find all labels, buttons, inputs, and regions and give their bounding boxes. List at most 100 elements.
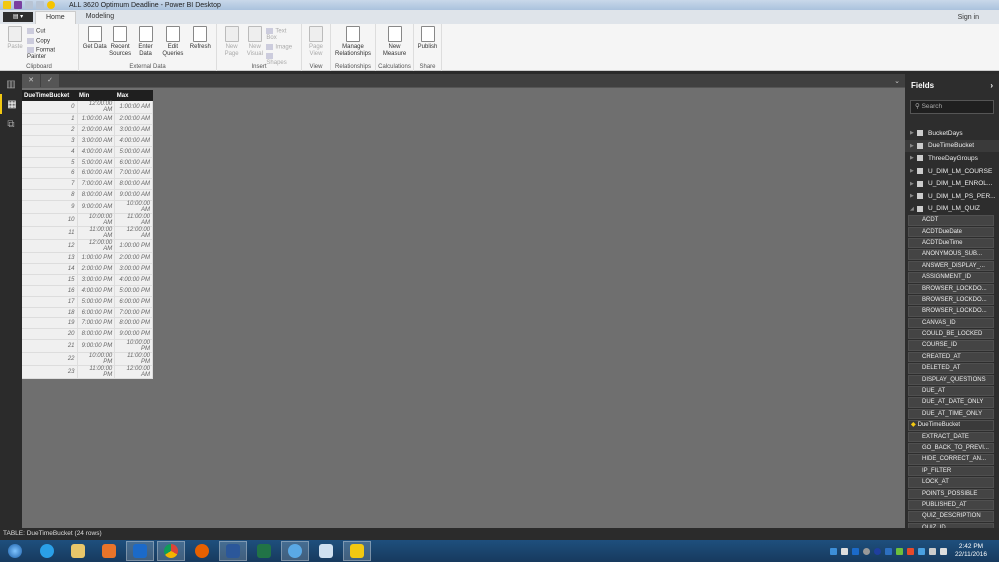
field-item[interactable]: ACDTDueTime [908, 237, 994, 249]
taskbar-firefox[interactable] [188, 541, 216, 561]
image-button[interactable]: Image [266, 44, 295, 50]
table-cell[interactable]: 15 [22, 274, 78, 286]
column-header[interactable]: Max [114, 90, 153, 101]
tray-icon[interactable] [895, 547, 903, 555]
field-table[interactable]: ▶ U_DIM_LM_COURSE [905, 165, 999, 178]
collapsed-arrow-icon[interactable]: ▶ [910, 168, 917, 174]
table-cell[interactable]: 2 [22, 124, 78, 136]
table-cell[interactable]: 5:00:00 AM [77, 157, 116, 169]
field-item[interactable]: POINTS_POSSIBLE [908, 488, 994, 499]
field-item[interactable]: HIDE_CORRECT_AN... [908, 454, 994, 465]
tray-icon[interactable] [829, 547, 837, 555]
field-item[interactable]: BROWSER_LOCKDO... [908, 294, 994, 306]
table-cell[interactable]: 7:00:00 AM [77, 178, 116, 191]
table-cell[interactable]: 4:00:00 AM [77, 146, 116, 158]
table-cell[interactable]: 2:00:00 PM [114, 252, 153, 265]
field-table[interactable]: ▶ DueTimeBucket [905, 139, 999, 153]
chevron-right-icon[interactable]: › [990, 81, 993, 90]
taskbar-media[interactable] [95, 541, 123, 561]
field-item[interactable]: DUE_AT_TIME_ONLY [908, 408, 994, 420]
tray-icon[interactable] [906, 547, 914, 555]
table-cell[interactable]: 9:00:00 AM [114, 189, 153, 202]
table-cell[interactable]: 16 [22, 285, 78, 297]
field-item[interactable]: ACDTDueDate [908, 226, 994, 237]
table-cell[interactable]: 8:00:00 AM [77, 189, 116, 202]
outlook-tray-icon[interactable] [851, 547, 859, 555]
table-cell[interactable]: 23 [22, 365, 78, 380]
formula-bar[interactable]: ✕ ✓ ⌄ [22, 74, 905, 88]
field-item[interactable]: ANONYMOUS_SUB... [908, 249, 994, 260]
table-cell[interactable]: 10 [22, 213, 78, 228]
field-item[interactable]: EXTRACT_DATE [908, 431, 994, 442]
collapsed-arrow-icon[interactable]: ▶ [910, 143, 917, 149]
field-item[interactable]: ◆ DueTimeBucket [908, 420, 994, 431]
field-item[interactable]: PUBLISHED_AT [908, 499, 994, 511]
table-cell[interactable]: 1:00:00 PM [77, 252, 116, 265]
commit-icon[interactable]: ✓ [41, 74, 59, 88]
file-menu-button[interactable]: ▤ ▾ [3, 12, 33, 22]
relationships-view-button[interactable]: ⧉ [0, 114, 22, 134]
table-cell[interactable]: 12:00:00 AM [77, 239, 116, 254]
table-cell[interactable]: 6:00:00 AM [77, 167, 116, 180]
table-cell[interactable]: 11:00:00 PM [114, 352, 153, 367]
column-header[interactable]: DueTimeBucket [22, 90, 77, 101]
taskbar-ie[interactable] [33, 541, 61, 561]
collapsed-arrow-icon[interactable]: ▶ [910, 181, 917, 187]
table-cell[interactable]: 12:00:00 AM [114, 226, 153, 241]
field-item[interactable]: BROWSER_LOCKDO... [908, 283, 994, 294]
copy-button[interactable]: Copy [27, 38, 72, 44]
field-item[interactable]: DUE_AT_DATE_ONLY [908, 397, 994, 408]
table-cell[interactable]: 6:00:00 PM [114, 296, 153, 308]
field-item[interactable]: ASSIGNMENT_ID [908, 272, 994, 283]
taskbar-skype[interactable] [281, 541, 309, 561]
table-cell[interactable]: 10:00:00 PM [77, 352, 116, 367]
collapsed-arrow-icon[interactable]: ▶ [910, 130, 917, 136]
taskbar-explorer[interactable] [64, 541, 92, 561]
sign-in-link[interactable]: Sign in [958, 14, 979, 21]
table-cell[interactable]: 3:00:00 PM [77, 274, 116, 286]
field-item[interactable]: LOCK_AT [908, 477, 994, 488]
table-cell[interactable]: 7 [22, 178, 78, 191]
undo-icon[interactable] [25, 1, 33, 9]
network-icon[interactable] [928, 547, 936, 555]
table-cell[interactable]: 6 [22, 167, 78, 180]
taskbar-word[interactable] [219, 541, 247, 561]
field-table[interactable]: ▶ BucketDays [905, 127, 999, 140]
table-cell[interactable]: 5 [22, 157, 78, 169]
volume-icon[interactable] [939, 547, 947, 555]
field-item[interactable]: GO_BACK_TO_PREVI... [908, 442, 994, 454]
taskbar-powerbi[interactable] [343, 541, 371, 561]
field-item[interactable]: ANSWER_DISPLAY_... [908, 260, 994, 272]
table-cell[interactable]: 1:00:00 PM [114, 239, 153, 254]
taskbar-chrome[interactable] [157, 541, 185, 561]
table-cell[interactable]: 7:00:00 AM [114, 167, 153, 180]
table-cell[interactable]: 5:00:00 PM [77, 296, 116, 308]
expanded-arrow-icon[interactable]: ◢ [910, 206, 917, 212]
chevron-down-icon[interactable]: ⌄ [894, 75, 900, 89]
table-cell[interactable]: 21 [22, 339, 78, 354]
tab-modeling[interactable]: Modeling [76, 11, 124, 24]
table-cell[interactable]: 17 [22, 296, 78, 308]
table-cell[interactable]: 3 [22, 135, 78, 147]
clock[interactable]: 2:42 PM 22/11/2016 [955, 543, 987, 559]
collapsed-arrow-icon[interactable]: ▶ [910, 193, 917, 199]
table-cell[interactable]: 20 [22, 328, 78, 341]
tab-home[interactable]: Home [35, 11, 76, 24]
field-item[interactable]: COULD_BE_LOCKED [908, 329, 994, 340]
table-cell[interactable]: 2:00:00 AM [114, 113, 153, 125]
table-cell[interactable]: 2:00:00 AM [77, 124, 116, 136]
field-item[interactable]: IP_FILTER [908, 465, 994, 477]
table-cell[interactable]: 9:00:00 PM [114, 328, 153, 341]
table-cell[interactable]: 6:00:00 PM [77, 307, 116, 319]
field-item[interactable]: DUE_AT [908, 386, 994, 397]
table-cell[interactable]: 1:00:00 AM [114, 101, 153, 114]
field-item[interactable]: DISPLAY_QUESTIONS [908, 374, 994, 386]
table-cell[interactable]: 11:00:00 PM [77, 365, 116, 380]
field-item[interactable]: BROWSER_LOCKDO... [908, 306, 994, 317]
table-cell[interactable]: 3:00:00 PM [114, 263, 153, 275]
table-cell[interactable]: 12 [22, 239, 78, 254]
column-header[interactable]: Min [77, 90, 115, 101]
field-item[interactable]: COURSE_ID [908, 340, 994, 351]
table-cell[interactable]: 22 [22, 352, 78, 367]
table-cell[interactable]: 4:00:00 PM [77, 285, 116, 297]
